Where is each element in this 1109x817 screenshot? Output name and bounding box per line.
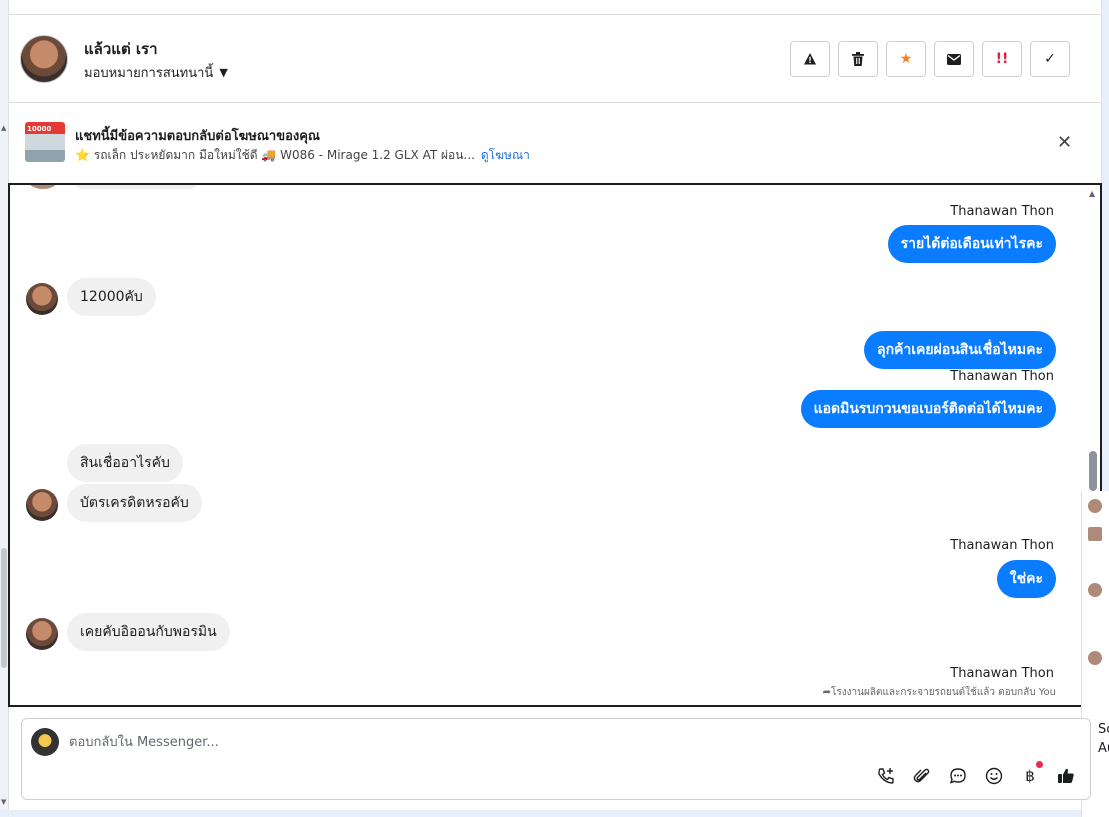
mark-unread-button[interactable]	[934, 41, 974, 77]
incoming-message[interactable]: สินเชื่ออาไรคับ	[67, 444, 183, 482]
urgent-button[interactable]: !!	[982, 41, 1022, 77]
bottom-edge	[0, 810, 1109, 817]
chat-bubble-icon[interactable]	[947, 765, 969, 787]
contact-avatar-small	[26, 618, 58, 650]
view-ad-link[interactable]: ดูโฆษณา	[481, 148, 530, 162]
outgoing-message[interactable]: แอดมินรบกวนขอเบอร์ติดต่อได้ไหมคะ	[800, 390, 1056, 428]
avatar	[1088, 583, 1102, 597]
sender-name: Thanawan Thon	[950, 538, 1054, 553]
composer-tools: ฿	[875, 761, 1077, 787]
avatar	[1088, 499, 1102, 513]
contact-avatar-small	[26, 489, 58, 521]
call-add-icon[interactable]	[875, 765, 897, 787]
contact-name[interactable]: แล้วแต่ เรา	[84, 37, 158, 61]
ad-thumbnail	[1088, 527, 1102, 541]
scroll-down-icon[interactable]: ▼	[1, 798, 6, 806]
mark-done-button[interactable]: ✓	[1030, 41, 1070, 77]
popover-text: Sc	[1098, 722, 1109, 737]
star-button[interactable]: ★	[886, 41, 926, 77]
trash-icon	[852, 52, 864, 66]
incoming-message[interactable]: 12000คับ	[67, 278, 156, 316]
exclamation-icon: !!	[995, 51, 1009, 67]
outgoing-message[interactable]: ลุกค้าเคยผ่อนสินเชื่อไหมคะ	[863, 331, 1056, 369]
incoming-message-partial	[74, 185, 198, 189]
contact-avatar-small	[26, 283, 58, 315]
warning-icon	[804, 53, 816, 65]
ad-description: ⭐ รถเล็ก ประหยัดมาก มือใหม่ใช้ดี 🚚 W086 …	[75, 148, 475, 162]
conversation-header: แล้วแต่ เรา มอบหมายการสนทนานี้ ▼ ★ !! ✓	[9, 15, 1101, 103]
scroll-thumb[interactable]	[1, 548, 7, 668]
ad-banner-subtitle: ⭐ รถเล็ก ประหยัดมาก มือใหม่ใช้ดี 🚚 W086 …	[75, 146, 530, 165]
emoji-icon[interactable]	[983, 765, 1005, 787]
reply-note: ➦โรงงานผลิตและกระจายรถยนต์ใช้แล้ว ตอบกลั…	[823, 685, 1056, 700]
incoming-message[interactable]: เคยคับอิออนกับพอรมิน	[67, 613, 230, 651]
ad-thumbnail-tag: 10000	[27, 125, 52, 133]
scroll-up-icon[interactable]: ▲	[1, 124, 6, 132]
attach-icon[interactable]	[911, 765, 933, 787]
check-icon: ✓	[1044, 51, 1056, 67]
reply-input[interactable]	[69, 731, 969, 753]
close-icon[interactable]: ✕	[1057, 132, 1072, 153]
assign-conversation-dropdown[interactable]: มอบหมายการสนทนานี้ ▼	[84, 62, 228, 83]
scroll-up-icon[interactable]: ▲	[1089, 189, 1095, 198]
avatar	[28, 185, 58, 189]
delete-button[interactable]	[838, 41, 878, 77]
notification-dot	[1036, 761, 1043, 768]
ad-banner-title: แชทนี้มีข้อความตอบกลับต่อโฆษณาของคุณ	[75, 129, 320, 144]
reply-composer: ฿	[21, 718, 1091, 800]
message-thread[interactable]: Thanawan Thon รายได้ต่อเดือนเท่าไรคะ 120…	[8, 183, 1102, 707]
reply-arrow-icon: ➦	[822, 687, 832, 698]
ad-reply-banner: 10000 แชทนี้มีข้อความตอบกลับต่อโฆษณาของค…	[9, 104, 1101, 184]
assign-label: มอบหมายการสนทนานี้	[84, 66, 214, 81]
spam-button[interactable]	[790, 41, 830, 77]
reply-note-text: โรงงานผลิตและกระจายรถยนต์ใช้แล้ว ตอบกลับ…	[831, 687, 1056, 698]
baht-icon[interactable]: ฿	[1019, 761, 1043, 787]
caret-down-icon: ▼	[219, 66, 228, 79]
thumbs-up-icon[interactable]	[1055, 765, 1077, 787]
envelope-icon	[947, 53, 961, 65]
scroll-thumb[interactable]	[1089, 451, 1097, 491]
sender-name: Thanawan Thon	[950, 369, 1054, 384]
header-actions: ★ !! ✓	[790, 41, 1070, 77]
sender-name: Thanawan Thon	[950, 204, 1054, 219]
ad-thumbnail[interactable]: 10000	[25, 122, 65, 162]
contact-avatar[interactable]	[20, 35, 68, 83]
star-icon: ★	[899, 51, 913, 67]
outgoing-message[interactable]: รายได้ต่อเดือนเท่าไรคะ	[887, 225, 1056, 263]
outgoing-message[interactable]: ใช่คะ	[996, 560, 1056, 598]
incoming-message[interactable]: บัตรเครดิตหรอคับ	[67, 484, 202, 522]
avatar	[1088, 651, 1102, 665]
popover-text: Au	[1098, 741, 1109, 756]
page-avatar	[31, 728, 59, 756]
sender-name: Thanawan Thon	[950, 666, 1054, 681]
